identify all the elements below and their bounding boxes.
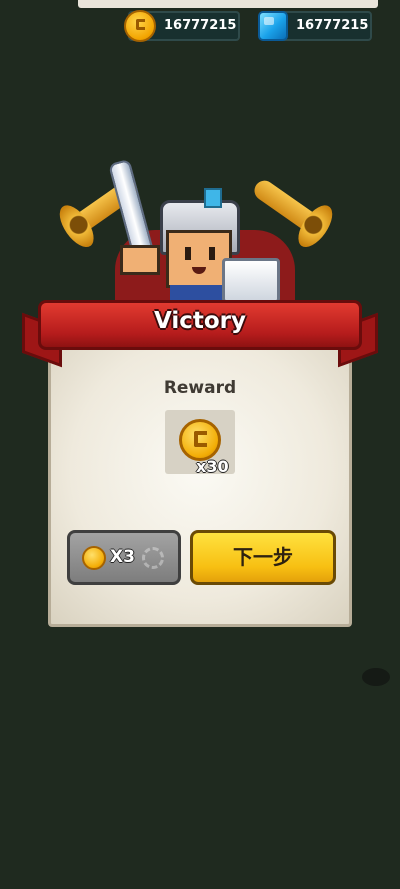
next-step-button[interactable]: 下一步 — [190, 530, 336, 585]
multiply-label: X3 — [110, 547, 135, 567]
coin-amount: 16777215 — [164, 18, 237, 33]
loading-spinner-icon — [142, 547, 164, 569]
multiply-reward-button[interactable]: X3 — [67, 530, 181, 585]
coin-icon — [179, 419, 221, 461]
gem-amount: 16777215 — [296, 18, 369, 33]
top-banner-strip — [78, 0, 378, 8]
helmet-plume — [204, 188, 222, 208]
reward-quantity: x30 — [196, 457, 229, 476]
victory-hero-illustration — [60, 150, 350, 310]
shield-icon — [222, 258, 280, 303]
dialog-title: Victory — [153, 308, 247, 334]
hero-arm — [120, 245, 160, 275]
gem-counter: 16777215 — [258, 11, 372, 41]
coin-icon — [124, 10, 156, 42]
reward-label: Reward — [163, 378, 237, 398]
coin-icon — [82, 546, 106, 570]
floating-dot — [362, 668, 390, 686]
coin-counter: 16777215 — [124, 10, 240, 42]
trumpet-right-icon — [250, 176, 320, 234]
gem-icon — [258, 11, 288, 41]
